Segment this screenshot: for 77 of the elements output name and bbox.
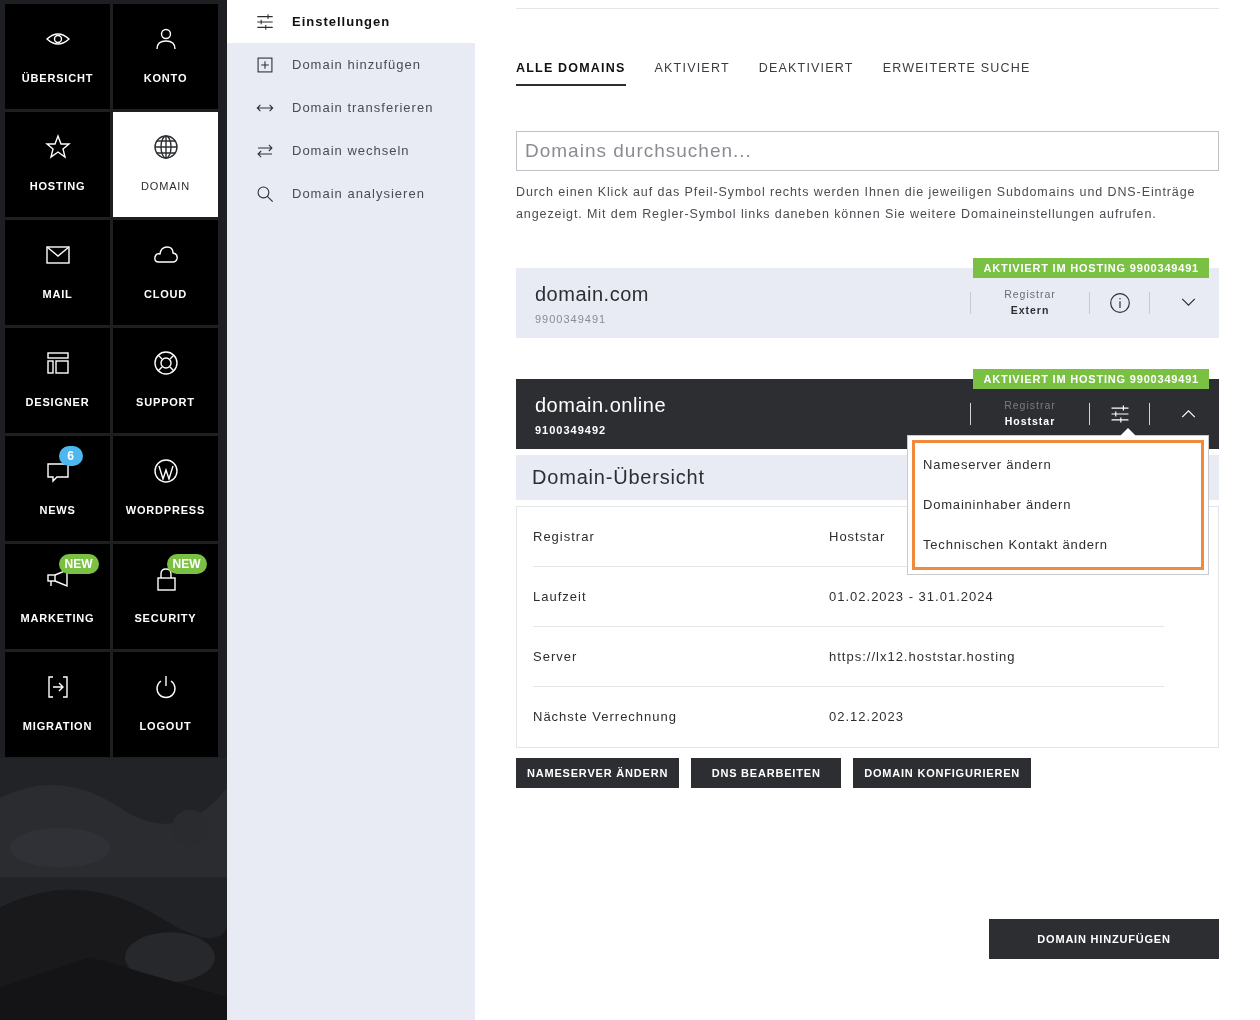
add-domain-button[interactable]: DOMAIN HINZUFÜGEN: [989, 918, 1219, 959]
badge: NEW: [58, 554, 99, 575]
star-icon: [44, 134, 71, 161]
nav-tile[interactable]: KONTO: [113, 4, 218, 109]
info-button[interactable]: [1107, 290, 1132, 315]
nav-tile[interactable]: CLOUD: [113, 220, 218, 325]
nav-tile[interactable]: NEW SECURITY: [113, 544, 218, 649]
field-label: Server: [533, 647, 579, 666]
action-button[interactable]: DOMAIN KONFIGURIEREN: [853, 757, 1032, 788]
lifebuoy-icon: [152, 350, 179, 377]
nav-tile[interactable]: HOSTING: [5, 112, 110, 217]
tab[interactable]: AKTIVIERT: [654, 59, 730, 86]
nav-tile[interactable]: 6 NEWS: [5, 436, 110, 541]
field-value: 02.12.2023: [829, 708, 905, 726]
help-text: Durch einen Klick auf das Pfeil-Symbol rechts werden Ihnen die jeweiligen Subdomains und DNS-Einträge angezeigt. Mit dem Regler-Symbol links daneben können Sie weitere Domaineinstellungen aufrufen.: [516, 183, 1197, 223]
nav-tile[interactable]: SUPPORT: [113, 328, 218, 433]
submenu-item[interactable]: Domain hinzufügen: [227, 43, 475, 86]
registrar-value: Extern: [1010, 302, 1050, 318]
tile-label: ÜBERSICHT: [21, 71, 94, 87]
tile-label: NEWS: [39, 503, 76, 519]
domain-number: 9900349491: [535, 311, 608, 327]
tile-label: SUPPORT: [136, 395, 195, 411]
status-badge: AKTIVIERT IM HOSTING 9900349491: [973, 368, 1209, 389]
domain-name: domain.com: [535, 281, 650, 307]
tile-label: KONTO: [143, 71, 188, 87]
tile-label: DOMAIN: [141, 179, 190, 195]
tile-label: CLOUD: [143, 287, 188, 303]
nav-tile[interactable]: MIGRATION: [5, 652, 110, 757]
chevron-up-icon[interactable]: [1181, 409, 1196, 419]
tile-label: HOSTING: [29, 179, 86, 195]
field-value: 01.02.2023 - 31.01.2024: [829, 587, 994, 606]
field-label: Laufzeit: [533, 587, 588, 606]
submenu-item[interactable]: Einstellungen: [227, 0, 475, 43]
info-icon: [1108, 291, 1131, 314]
tile-label: LOGOUT: [139, 719, 192, 735]
tile-label: MARKETING: [20, 611, 95, 627]
nav-tile[interactable]: ÜBERSICHT: [5, 4, 110, 109]
nav-tile[interactable]: NEW MARKETING: [5, 544, 110, 649]
tab[interactable]: ERWEITERTE SUCHE: [882, 59, 1031, 86]
tile-label: SECURITY: [134, 611, 197, 627]
registrar-label: Registrar: [1004, 287, 1056, 302]
nav-tile[interactable]: WORDPRESS: [113, 436, 218, 541]
tile-label: DESIGNER: [25, 395, 90, 411]
action-button[interactable]: NAMESERVER ÄNDERN: [516, 757, 680, 788]
field-label: Nächste Verrechnung: [533, 708, 679, 726]
globe-icon: [152, 134, 179, 161]
tile-label: WORDPRESS: [125, 503, 206, 519]
tile-label: MAIL: [42, 287, 73, 303]
submenu-item[interactable]: Domain wechseln: [227, 129, 475, 172]
domain-name: domain.online: [535, 392, 668, 418]
tab[interactable]: DEAKTIVIERT: [758, 59, 854, 86]
tile-label: MIGRATION: [22, 719, 93, 735]
badge: NEW: [166, 554, 207, 575]
submenu-item[interactable]: Domain analysieren: [227, 172, 475, 215]
field-value: https://lx12.hoststar.hosting: [829, 647, 1016, 666]
nav-tile[interactable]: DOMAIN: [113, 112, 218, 217]
tab[interactable]: ALLE DOMAINS: [516, 59, 626, 86]
wordpress-icon: [152, 458, 179, 485]
nav-tile[interactable]: MAIL: [5, 220, 110, 325]
nav-tile[interactable]: DESIGNER: [5, 328, 110, 433]
registrar-value: Hoststar: [1004, 413, 1056, 429]
chevron-down-icon[interactable]: [1181, 298, 1196, 308]
badge: 6: [58, 446, 83, 467]
plus-square-icon: [255, 54, 275, 75]
action-button[interactable]: DNS BEARBEITEN: [691, 757, 842, 788]
registrar-label: Registrar: [1004, 398, 1056, 413]
submenu-item[interactable]: Domain transferieren: [227, 86, 475, 129]
field-label: Registrar: [533, 527, 596, 546]
domain-number: 9100349492: [535, 422, 608, 438]
menu-item[interactable]: Technischen Kontakt ändern: [923, 524, 1193, 565]
field-value: Hoststar: [829, 527, 886, 546]
status-badge: AKTIVIERT IM HOSTING 9900349491: [973, 257, 1209, 278]
nav-tile[interactable]: LOGOUT: [113, 652, 218, 757]
search-field[interactable]: Domains durchsuchen...: [516, 130, 1219, 171]
sliders-icon: [255, 11, 275, 32]
layout-icon: [44, 350, 71, 377]
search-icon: [255, 183, 275, 204]
